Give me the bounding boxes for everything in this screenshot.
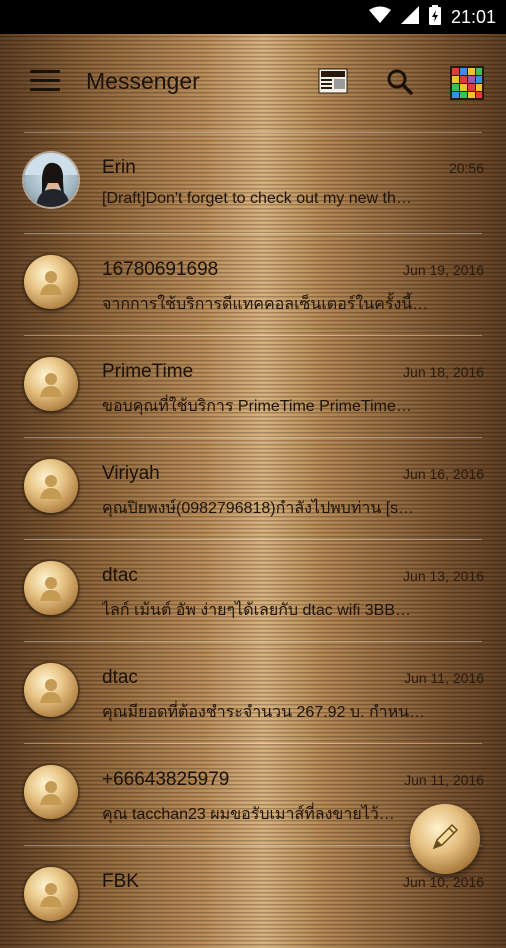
contact-name: +66643825979 bbox=[102, 769, 230, 790]
message-date: Jun 19, 2016 bbox=[403, 262, 484, 278]
default-contact-icon bbox=[24, 867, 78, 921]
search-icon[interactable] bbox=[386, 68, 414, 96]
conversation-item[interactable]: 16780691698 Jun 19, 2016 จากการใช้บริการ… bbox=[0, 234, 506, 336]
message-date: Jun 10, 2016 bbox=[403, 874, 484, 890]
avatar bbox=[24, 153, 78, 207]
contact-name: Erin bbox=[102, 157, 136, 178]
message-date: Jun 13, 2016 bbox=[403, 568, 484, 584]
signal-icon bbox=[400, 6, 419, 28]
conversation-item[interactable]: PrimeTime Jun 18, 2016 ขอบคุณที่ใช้บริกา… bbox=[0, 336, 506, 438]
message-snippet: คุณปิยพงษ์(0982796818)กำลังไปพบท่าน [s… bbox=[102, 500, 415, 517]
message-snippet: [Draft]Don't forget to check out my new … bbox=[102, 190, 412, 207]
message-date: Jun 11, 2016 bbox=[404, 670, 484, 686]
message-date: Jun 18, 2016 bbox=[403, 364, 484, 380]
message-snippet: จากการใช้บริการดีแทคคอลเซ็นเตอร์ในครั้งน… bbox=[102, 296, 429, 313]
default-contact-icon bbox=[24, 357, 78, 411]
contact-name: dtac bbox=[102, 667, 138, 688]
page-title: Messenger bbox=[86, 68, 200, 94]
news-icon[interactable] bbox=[318, 68, 348, 94]
default-contact-icon bbox=[24, 765, 78, 819]
conversation-item[interactable]: Viriyah Jun 16, 2016 คุณปิยพงษ์(09827968… bbox=[0, 438, 506, 540]
contact-name: 16780691698 bbox=[102, 259, 219, 280]
default-contact-icon bbox=[24, 255, 78, 309]
conversation-item[interactable]: Erin 20:56 [Draft]Don't forget to check … bbox=[0, 132, 506, 234]
message-snippet: คุณมียอดที่ต้องชำระจำนวน 267.92 บ. กำหน… bbox=[102, 704, 426, 721]
status-time: 21:01 bbox=[450, 6, 496, 27]
contact-name: FBK bbox=[102, 871, 139, 892]
contact-name: Viriyah bbox=[102, 463, 160, 484]
pencil-compose-icon bbox=[428, 820, 462, 858]
message-date: Jun 16, 2016 bbox=[403, 466, 484, 482]
default-contact-icon bbox=[24, 561, 78, 615]
message-date: Jun 11, 2016 bbox=[404, 772, 484, 788]
default-contact-icon bbox=[24, 459, 78, 513]
battery-charging-icon bbox=[428, 5, 441, 29]
status-bar: 21:01 bbox=[0, 0, 506, 34]
compose-button[interactable] bbox=[410, 804, 480, 874]
app-bar: Messenger bbox=[0, 34, 506, 133]
message-snippet: ขอบคุณที่ใช้บริการ PrimeTime PrimeTime… bbox=[102, 398, 412, 415]
default-contact-icon bbox=[24, 663, 78, 717]
apps-icon[interactable] bbox=[450, 66, 484, 100]
message-date: 20:56 bbox=[448, 160, 484, 176]
menu-icon[interactable] bbox=[30, 70, 60, 94]
conversation-item[interactable]: dtac Jun 13, 2016 ไลก์ เม้นต์ อัพ ง่ายๆไ… bbox=[0, 540, 506, 642]
wifi-icon bbox=[368, 6, 391, 28]
conversation-item[interactable]: dtac Jun 11, 2016 คุณมียอดที่ต้องชำระจำน… bbox=[0, 642, 506, 744]
contact-name: PrimeTime bbox=[102, 361, 194, 382]
message-snippet: ไลก์ เม้นต์ อัพ ง่ายๆได้เลยกับ dtac wifi… bbox=[102, 602, 411, 619]
contact-name: dtac bbox=[102, 565, 138, 586]
